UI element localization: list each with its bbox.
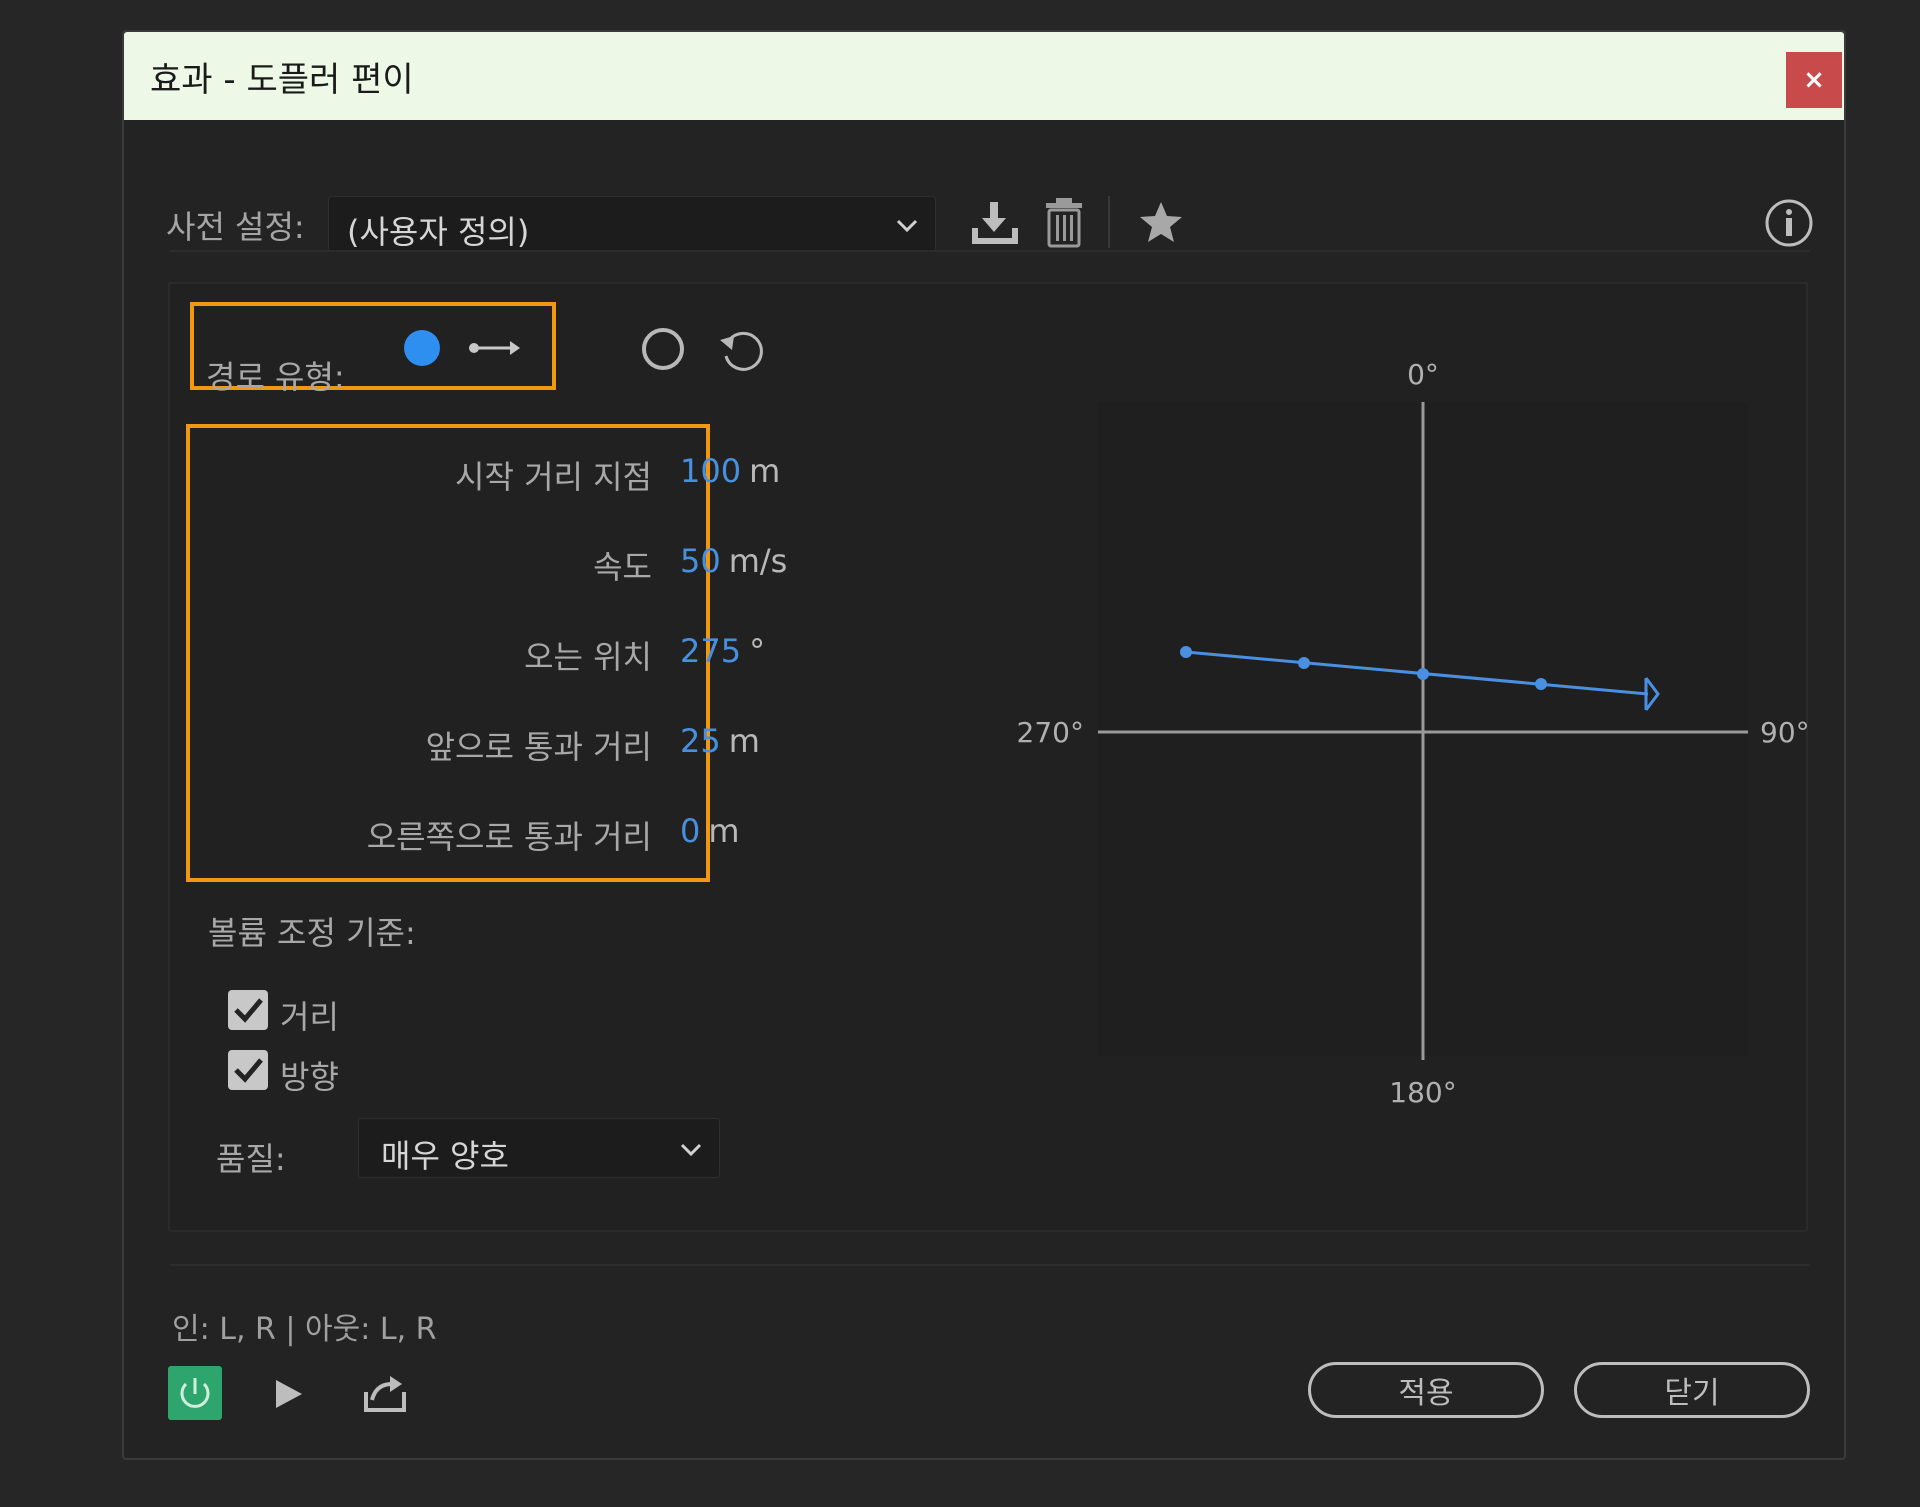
param-value[interactable]: 100 m xyxy=(680,452,780,490)
io-channels: 인: L, R | 아웃: L, R xyxy=(172,1312,437,1347)
path-point[interactable] xyxy=(1180,646,1192,658)
apply-button[interactable]: 적용 xyxy=(1308,1362,1544,1418)
param-label: 오른쪽으로 통과 거리 xyxy=(366,818,652,856)
chevron-down-icon xyxy=(680,1143,702,1157)
path-graph[interactable]: 0° 90° 180° 270° xyxy=(864,332,1864,1132)
preset-value: (사용자 정의) xyxy=(347,213,530,251)
distance-label: 거리 xyxy=(280,998,339,1036)
param-label: 시작 거리 지점 xyxy=(455,458,652,496)
param-value[interactable]: 50 m/s xyxy=(680,542,787,580)
path-point[interactable] xyxy=(1417,668,1429,680)
path-type-selected-radio[interactable] xyxy=(402,328,442,368)
path-rotate-icon[interactable] xyxy=(718,326,766,374)
path-circle-icon[interactable] xyxy=(640,326,686,372)
axis-label-bottom: 180° xyxy=(1389,1076,1456,1109)
checkmark-icon xyxy=(234,1058,263,1083)
volume-adjust-label: 볼륨 조정 기준: xyxy=(208,914,416,952)
quality-label: 품질: xyxy=(216,1140,286,1178)
quality-dropdown[interactable]: 매우 양호 xyxy=(358,1118,720,1178)
divider xyxy=(170,1264,1810,1266)
doppler-dialog: 효과 - 도플러 편이 × 사전 설정: (사용자 정의) 경로 유형: 시작 … xyxy=(122,30,1846,1460)
chevron-down-icon xyxy=(896,219,918,233)
path-point[interactable] xyxy=(1535,678,1547,690)
preset-row: 사전 설정: (사용자 정의) xyxy=(124,152,1844,252)
toolbar-divider xyxy=(1108,196,1110,248)
param-label: 속도 xyxy=(593,548,652,586)
power-button[interactable] xyxy=(168,1366,222,1420)
delete-preset-icon[interactable] xyxy=(1044,196,1084,248)
info-icon[interactable] xyxy=(1764,198,1814,248)
quality-value: 매우 양호 xyxy=(381,1137,509,1175)
favorite-star-icon[interactable] xyxy=(1138,200,1184,244)
preset-label: 사전 설정: xyxy=(166,208,305,246)
checkmark-icon xyxy=(234,998,263,1023)
direction-checkbox[interactable] xyxy=(228,1050,268,1090)
preset-dropdown[interactable]: (사용자 정의) xyxy=(328,196,936,252)
save-preset-icon[interactable] xyxy=(970,200,1022,248)
param-value[interactable]: 0m xyxy=(680,812,740,850)
axis-label-top: 0° xyxy=(1407,358,1439,391)
play-icon[interactable] xyxy=(272,1376,306,1412)
export-icon[interactable] xyxy=(362,1370,408,1416)
param-label: 오는 위치 xyxy=(524,638,652,676)
close-window-button[interactable]: × xyxy=(1786,52,1842,108)
title-bar: 효과 - 도플러 편이 × xyxy=(124,32,1844,120)
path-point[interactable] xyxy=(1298,657,1310,669)
param-label: 앞으로 통과 거리 xyxy=(425,728,652,766)
power-icon xyxy=(180,1378,210,1408)
param-value[interactable]: 275 ° xyxy=(680,632,765,670)
divider xyxy=(170,250,1810,252)
close-button[interactable]: 닫기 xyxy=(1574,1362,1810,1418)
param-value[interactable]: 25 m xyxy=(680,722,760,760)
distance-checkbox[interactable] xyxy=(228,990,268,1030)
direction-label: 방향 xyxy=(280,1058,339,1096)
axis-label-right: 90° xyxy=(1760,716,1810,749)
path-type-label: 경로 유형: xyxy=(206,358,345,396)
axis-label-left: 270° xyxy=(1017,716,1084,749)
path-straight-icon[interactable] xyxy=(468,336,522,360)
window-title: 효과 - 도플러 편이 xyxy=(150,60,414,100)
